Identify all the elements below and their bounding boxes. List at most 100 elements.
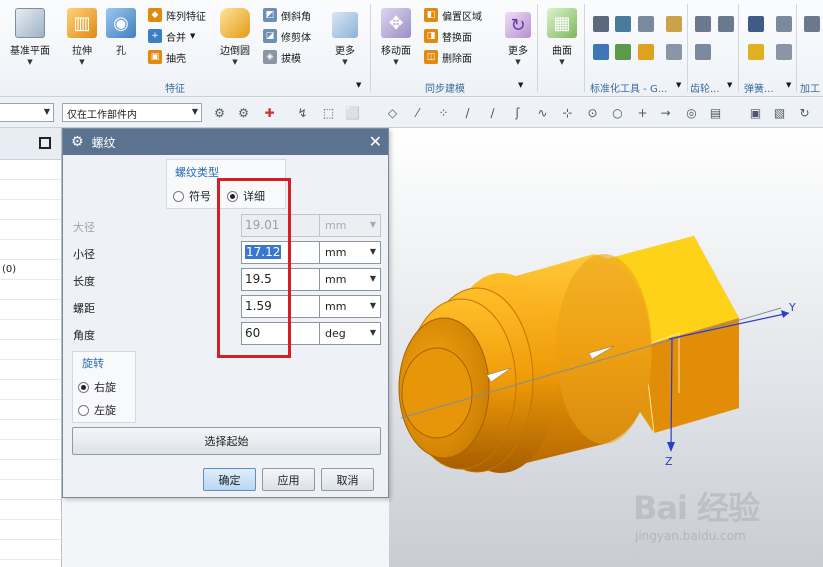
draft-button[interactable]: ◈ 拔模 <box>263 48 301 66</box>
chevron-down-icon[interactable]: ▼ <box>79 58 84 66</box>
unite-button[interactable]: + 合并 ▼ <box>148 27 195 45</box>
list-item[interactable] <box>0 540 61 560</box>
tangent-icon[interactable]: ⊹ <box>560 105 575 120</box>
list-item[interactable] <box>0 220 61 240</box>
rectangle-select-icon[interactable]: ⬜ <box>345 105 360 120</box>
std-bolt-icon[interactable] <box>593 44 609 60</box>
list-item[interactable] <box>0 440 61 460</box>
list-item[interactable]: (0) <box>0 260 61 280</box>
pin-icon[interactable]: ↯ <box>295 105 310 120</box>
std-stack-icon[interactable] <box>615 16 631 32</box>
extrude-button[interactable]: ▥ 拉伸 ▼ <box>67 8 97 66</box>
std-table-icon[interactable] <box>638 16 654 32</box>
std-tool-icon[interactable] <box>666 16 682 32</box>
spline-icon[interactable]: ∿ <box>535 105 550 120</box>
radio-left-hand-circle[interactable] <box>78 404 89 416</box>
std-list-icon[interactable] <box>666 44 682 60</box>
pattern-feature-button[interactable]: ◆ 阵列特征 <box>148 6 206 24</box>
chevron-down-icon[interactable]: ▼ <box>27 58 32 66</box>
line-icon[interactable]: / <box>460 105 475 120</box>
group-expand-icon[interactable]: ▼ <box>356 81 361 89</box>
hole-button[interactable]: ◉ 孔 <box>106 8 136 57</box>
display-icon[interactable]: ▧ <box>772 105 787 120</box>
apply-button[interactable]: 应用 <box>262 468 315 491</box>
refresh-icon[interactable]: ↻ <box>797 105 812 120</box>
pitch-unit-select[interactable]: mm ▼ <box>320 295 381 318</box>
move-face-button[interactable]: ✥ 移动面 ▼ <box>381 8 411 66</box>
std-weld-icon[interactable] <box>638 44 654 60</box>
list-item[interactable] <box>0 400 61 420</box>
view-icon[interactable]: ▣ <box>748 105 763 120</box>
gear-icon[interactable]: ⚙ <box>71 134 84 150</box>
list-item[interactable] <box>0 180 61 200</box>
trim-body-button[interactable]: ◪ 修剪体 <box>263 27 311 45</box>
body-icon[interactable]: ▤ <box>708 105 723 120</box>
filter-icon[interactable]: ⚙ <box>212 105 227 120</box>
angle-unit-select[interactable]: deg ▼ <box>320 322 381 345</box>
list-item[interactable] <box>0 160 61 180</box>
radio-symbolic[interactable]: 符号 <box>173 188 211 204</box>
more-sync-button[interactable]: ↻ 更多 ▼ <box>505 12 531 66</box>
type-filter-select[interactable]: ▼ <box>0 103 54 122</box>
gear-cyl-icon[interactable] <box>695 16 711 32</box>
list-item[interactable] <box>0 300 61 320</box>
list-item[interactable] <box>0 520 61 540</box>
replace-face-button[interactable]: ◨ 替换面 <box>424 27 472 45</box>
gear-worm-icon[interactable] <box>695 44 711 60</box>
shell-button[interactable]: ▣ 抽壳 <box>148 48 186 66</box>
chevron-down-icon[interactable]: ▼ <box>393 58 398 66</box>
list-item[interactable] <box>0 460 61 480</box>
midpoint-icon[interactable]: ∕ <box>485 105 500 120</box>
list-item[interactable] <box>0 280 61 300</box>
more-features-button[interactable]: 更多 ▼ <box>332 12 358 66</box>
curve-icon[interactable]: ʃ <box>510 105 525 120</box>
offset-region-button[interactable]: ◧ 偏置区域 <box>424 6 482 24</box>
snap-point-icon[interactable]: ✚ <box>262 105 277 120</box>
edge-blend-button[interactable]: 边倒圆 ▼ <box>220 8 250 66</box>
spring-disc-icon[interactable] <box>748 44 764 60</box>
group-expand-icon[interactable]: ▼ <box>676 81 681 89</box>
spring-compression-icon[interactable] <box>748 16 764 32</box>
delete-face-button[interactable]: ◫ 删除面 <box>424 48 472 66</box>
dialog-title-bar[interactable]: ⚙ 螺纹 ✕ <box>63 129 388 155</box>
radio-left-hand[interactable]: 左旋 <box>78 402 116 418</box>
close-icon[interactable]: ✕ <box>369 132 382 151</box>
cancel-button[interactable]: 取消 <box>321 468 374 491</box>
list-item[interactable] <box>0 240 61 260</box>
radio-symbolic-circle[interactable] <box>173 190 184 202</box>
plus-icon[interactable]: + <box>635 105 650 120</box>
list-item[interactable] <box>0 360 61 380</box>
list-item[interactable] <box>0 380 61 400</box>
group-expand-icon[interactable]: ▼ <box>727 81 732 89</box>
component-icon[interactable]: ⚙ <box>236 105 251 120</box>
chamfer-button[interactable]: ◩ 倒斜角 <box>263 6 311 24</box>
list-item[interactable] <box>0 500 61 520</box>
ok-button[interactable]: 确定 <box>203 468 256 491</box>
snap-end-icon[interactable]: ⁄ <box>410 105 425 120</box>
gear-bevel-icon[interactable] <box>718 16 734 32</box>
radio-right-hand-circle[interactable] <box>78 381 89 393</box>
datum-plane-button[interactable]: 基准平面 ▼ <box>10 8 50 66</box>
chevron-down-icon[interactable]: ▼ <box>515 58 520 66</box>
circle-icon[interactable]: ○ <box>610 105 625 120</box>
std-part-icon[interactable] <box>593 16 609 32</box>
arrow-icon[interactable]: → <box>658 105 673 120</box>
std-check-icon[interactable] <box>615 44 631 60</box>
radio-right-hand[interactable]: 右旋 <box>78 379 116 395</box>
list-item[interactable] <box>0 200 61 220</box>
chevron-down-icon[interactable]: ▼ <box>190 32 195 40</box>
spring-extension-icon[interactable] <box>776 16 792 32</box>
list-item[interactable] <box>0 480 61 500</box>
snap-grid-icon[interactable]: ⁘ <box>436 105 451 120</box>
machining-icon[interactable] <box>804 16 820 32</box>
length-unit-select[interactable]: mm ▼ <box>320 268 381 291</box>
selection-scope-select[interactable]: 仅在工作部件内 ▼ <box>62 103 202 122</box>
select-start-button[interactable]: 选择起始 <box>72 427 381 455</box>
surface-button[interactable]: ▦ 曲面 ▼ <box>547 8 577 66</box>
list-item[interactable] <box>0 320 61 340</box>
group-expand-icon[interactable]: ▼ <box>518 81 523 89</box>
list-item[interactable] <box>0 340 61 360</box>
spring-delete-icon[interactable] <box>776 44 792 60</box>
graphics-viewport[interactable]: Y Z Bai 经验 jingyan.baidu.com <box>389 128 823 567</box>
chevron-down-icon[interactable]: ▼ <box>559 58 564 66</box>
